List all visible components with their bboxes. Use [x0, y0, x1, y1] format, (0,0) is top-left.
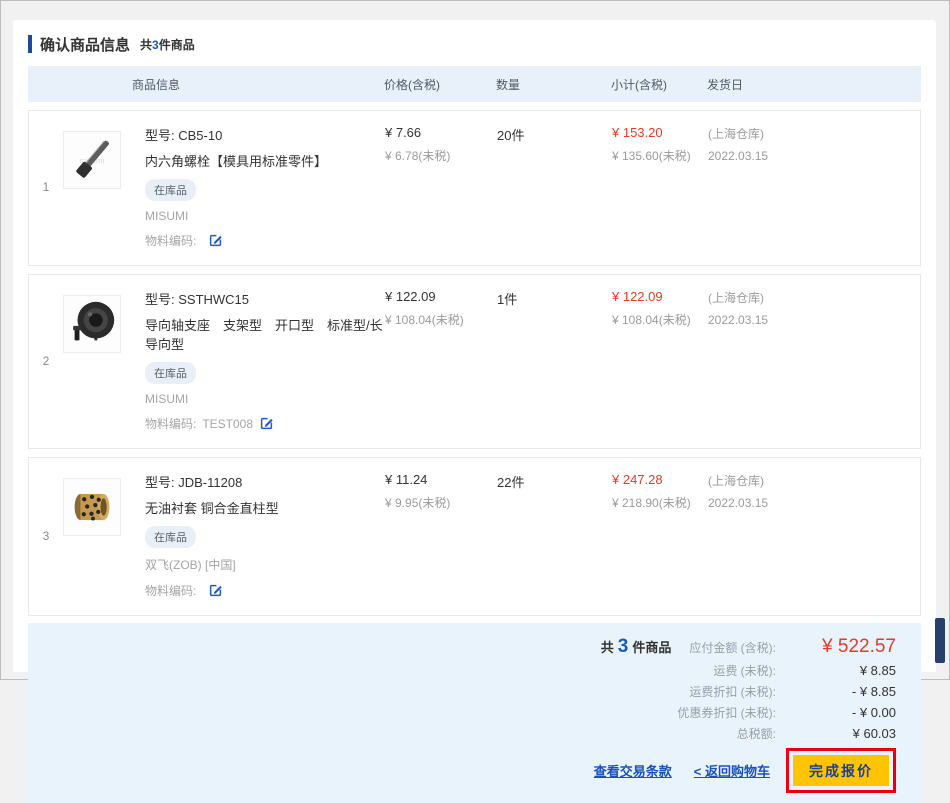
order-confirm-panel: 确认商品信息 共3件商品 商品信息 价格(含税) 数量 小计(含税) 发货日 1… — [13, 20, 936, 672]
edit-material-code-icon[interactable] — [208, 233, 223, 248]
qty-cell: 1件 — [497, 289, 612, 432]
price-with-tax: ¥ 7.66 — [385, 125, 497, 140]
subtotal-without-tax: ¥ 108.04(未税) — [612, 311, 708, 328]
subtotal-without-tax: ¥ 218.90(未税) — [612, 494, 708, 511]
view-terms-link[interactable]: 查看交易条款 — [594, 761, 672, 780]
summary-row: 运费 (未税): ¥ 8.85 — [53, 662, 896, 679]
hex-socket-bolt-image: misumi — [64, 131, 120, 189]
product-model: 型号: SSTHWC15 — [145, 289, 385, 308]
price-with-tax: ¥ 11.24 — [385, 472, 497, 487]
subtotal-with-tax: ¥ 247.28 — [612, 472, 708, 487]
total-tax-value: ¥ 60.03 — [776, 726, 896, 741]
material-code-label: 物料编码: — [145, 415, 196, 432]
price-without-tax: ¥ 6.78(未税) — [385, 147, 497, 164]
row-index: 1 — [29, 180, 63, 194]
price-with-tax: ¥ 122.09 — [385, 289, 497, 304]
summary-total-row: 共3件商品 应付金额 (含税): ¥ 522.57 — [53, 636, 896, 658]
product-name: 导向轴支座 支架型 开口型 标准型/长导向型 — [145, 315, 385, 353]
total-tax-label: 总税额: — [737, 725, 776, 742]
subtotal-with-tax: ¥ 122.09 — [612, 289, 708, 304]
edit-material-code-icon[interactable] — [208, 583, 223, 598]
product-image — [63, 478, 121, 536]
product-model: 型号: JDB-11208 — [145, 472, 385, 491]
product-image: misumi — [63, 131, 121, 189]
table-row: 2 型号: SSTHWC15 导向轴支座 支架型 开口型 标准型/长导向型 在库… — [28, 274, 921, 449]
shipdate-cell: (上海仓库) 2022.03.15 — [708, 289, 920, 432]
row-index: 2 — [29, 354, 63, 368]
product-name: 内六角螺栓【模具用标准零件】 — [145, 151, 385, 170]
shipping-discount-label: 运费折扣 (未税): — [689, 683, 776, 700]
section-title: 确认商品信息 共3件商品 — [28, 34, 921, 54]
subtotal-cell: ¥ 247.28 ¥ 218.90(未税) — [612, 472, 708, 599]
stock-badge: 在库品 — [145, 362, 196, 384]
col-header-price: 价格(含税) — [384, 76, 496, 93]
coupon-discount-label: 优惠券折扣 (未税): — [677, 704, 776, 721]
col-header-qty: 数量 — [496, 76, 611, 93]
table-header: 商品信息 价格(含税) 数量 小计(含税) 发货日 — [28, 66, 921, 102]
brand-name: MISUMI — [145, 209, 385, 223]
ship-date: 2022.03.15 — [708, 496, 920, 510]
payable-label: 应付金额 (含税): — [689, 639, 776, 656]
shipping-value: ¥ 8.85 — [776, 663, 896, 678]
price-cell: ¥ 7.66 ¥ 6.78(未税) — [385, 125, 497, 249]
brand-name: 双飞(ZOB) [中国] — [145, 556, 385, 573]
qty-cell: 20件 — [497, 125, 612, 249]
order-summary: 共3件商品 应付金额 (含税): ¥ 522.57 运费 (未税): ¥ 8.8… — [28, 623, 921, 803]
shaft-support-image — [64, 295, 120, 353]
price-cell: ¥ 11.24 ¥ 9.95(未税) — [385, 472, 497, 599]
table-row: 3 型号: JDB- — [28, 457, 921, 616]
shipping-label: 运费 (未税): — [713, 662, 776, 679]
warehouse: (上海仓库) — [708, 289, 920, 306]
material-code-value: TEST008 — [202, 417, 253, 431]
product-name: 无油衬套 铜合金直柱型 — [145, 498, 385, 517]
item-count: 共3件商品 — [140, 36, 195, 53]
ship-date: 2022.03.15 — [708, 149, 920, 163]
product-model: 型号: CB5-10 — [145, 125, 385, 144]
col-header-shipdate: 发货日 — [707, 76, 921, 93]
subtotal-cell: ¥ 153.20 ¥ 135.60(未税) — [612, 125, 708, 249]
ship-date: 2022.03.15 — [708, 313, 920, 327]
warehouse: (上海仓库) — [708, 472, 920, 489]
title-accent-bar — [28, 35, 32, 53]
summary-row: 总税额: ¥ 60.03 — [53, 725, 896, 742]
product-image — [63, 295, 121, 353]
summary-actions: 查看交易条款 < 返回购物车 完成报价 — [53, 748, 896, 793]
edit-material-code-icon[interactable] — [259, 416, 274, 431]
summary-row: 优惠券折扣 (未税): - ¥ 0.00 — [53, 704, 896, 721]
payable-value: ¥ 522.57 — [776, 636, 896, 658]
warehouse: (上海仓库) — [708, 125, 920, 142]
bronze-bushing-image — [64, 478, 120, 536]
item-count-number: 3 — [152, 38, 159, 52]
row-index: 3 — [29, 529, 63, 543]
complete-quote-button[interactable]: 完成报价 — [793, 755, 889, 786]
subtotal-cell: ¥ 122.09 ¥ 108.04(未税) — [612, 289, 708, 432]
summary-count-number: 3 — [618, 636, 629, 657]
subtotal-without-tax: ¥ 135.60(未税) — [612, 147, 708, 164]
price-without-tax: ¥ 9.95(未税) — [385, 494, 497, 511]
scrollbar-thumb[interactable] — [935, 618, 945, 663]
material-code-label: 物料编码: — [145, 582, 196, 599]
qty-cell: 22件 — [497, 472, 612, 599]
shipping-discount-value: - ¥ 8.85 — [776, 684, 896, 699]
shipdate-cell: (上海仓库) 2022.03.15 — [708, 472, 920, 599]
col-header-product: 商品信息 — [28, 76, 384, 93]
summary-row: 运费折扣 (未税): - ¥ 8.85 — [53, 683, 896, 700]
summary-item-count: 共3件商品 — [601, 636, 672, 658]
brand-name: MISUMI — [145, 392, 385, 406]
shipdate-cell: (上海仓库) 2022.03.15 — [708, 125, 920, 249]
stock-badge: 在库品 — [145, 526, 196, 548]
price-without-tax: ¥ 108.04(未税) — [385, 311, 497, 328]
table-row: 1 misumi 型号: CB5-10 内六角螺栓【模具用标准零件】 在库品 M… — [28, 110, 921, 266]
annotation-highlight: 完成报价 — [786, 748, 896, 793]
stock-badge: 在库品 — [145, 179, 196, 201]
coupon-discount-value: - ¥ 0.00 — [776, 705, 896, 720]
col-header-subtotal: 小计(含税) — [611, 76, 707, 93]
subtotal-with-tax: ¥ 153.20 — [612, 125, 708, 140]
price-cell: ¥ 122.09 ¥ 108.04(未税) — [385, 289, 497, 432]
page-title: 确认商品信息 — [40, 34, 130, 55]
back-to-cart-link[interactable]: < 返回购物车 — [694, 761, 770, 780]
material-code-label: 物料编码: — [145, 232, 196, 249]
